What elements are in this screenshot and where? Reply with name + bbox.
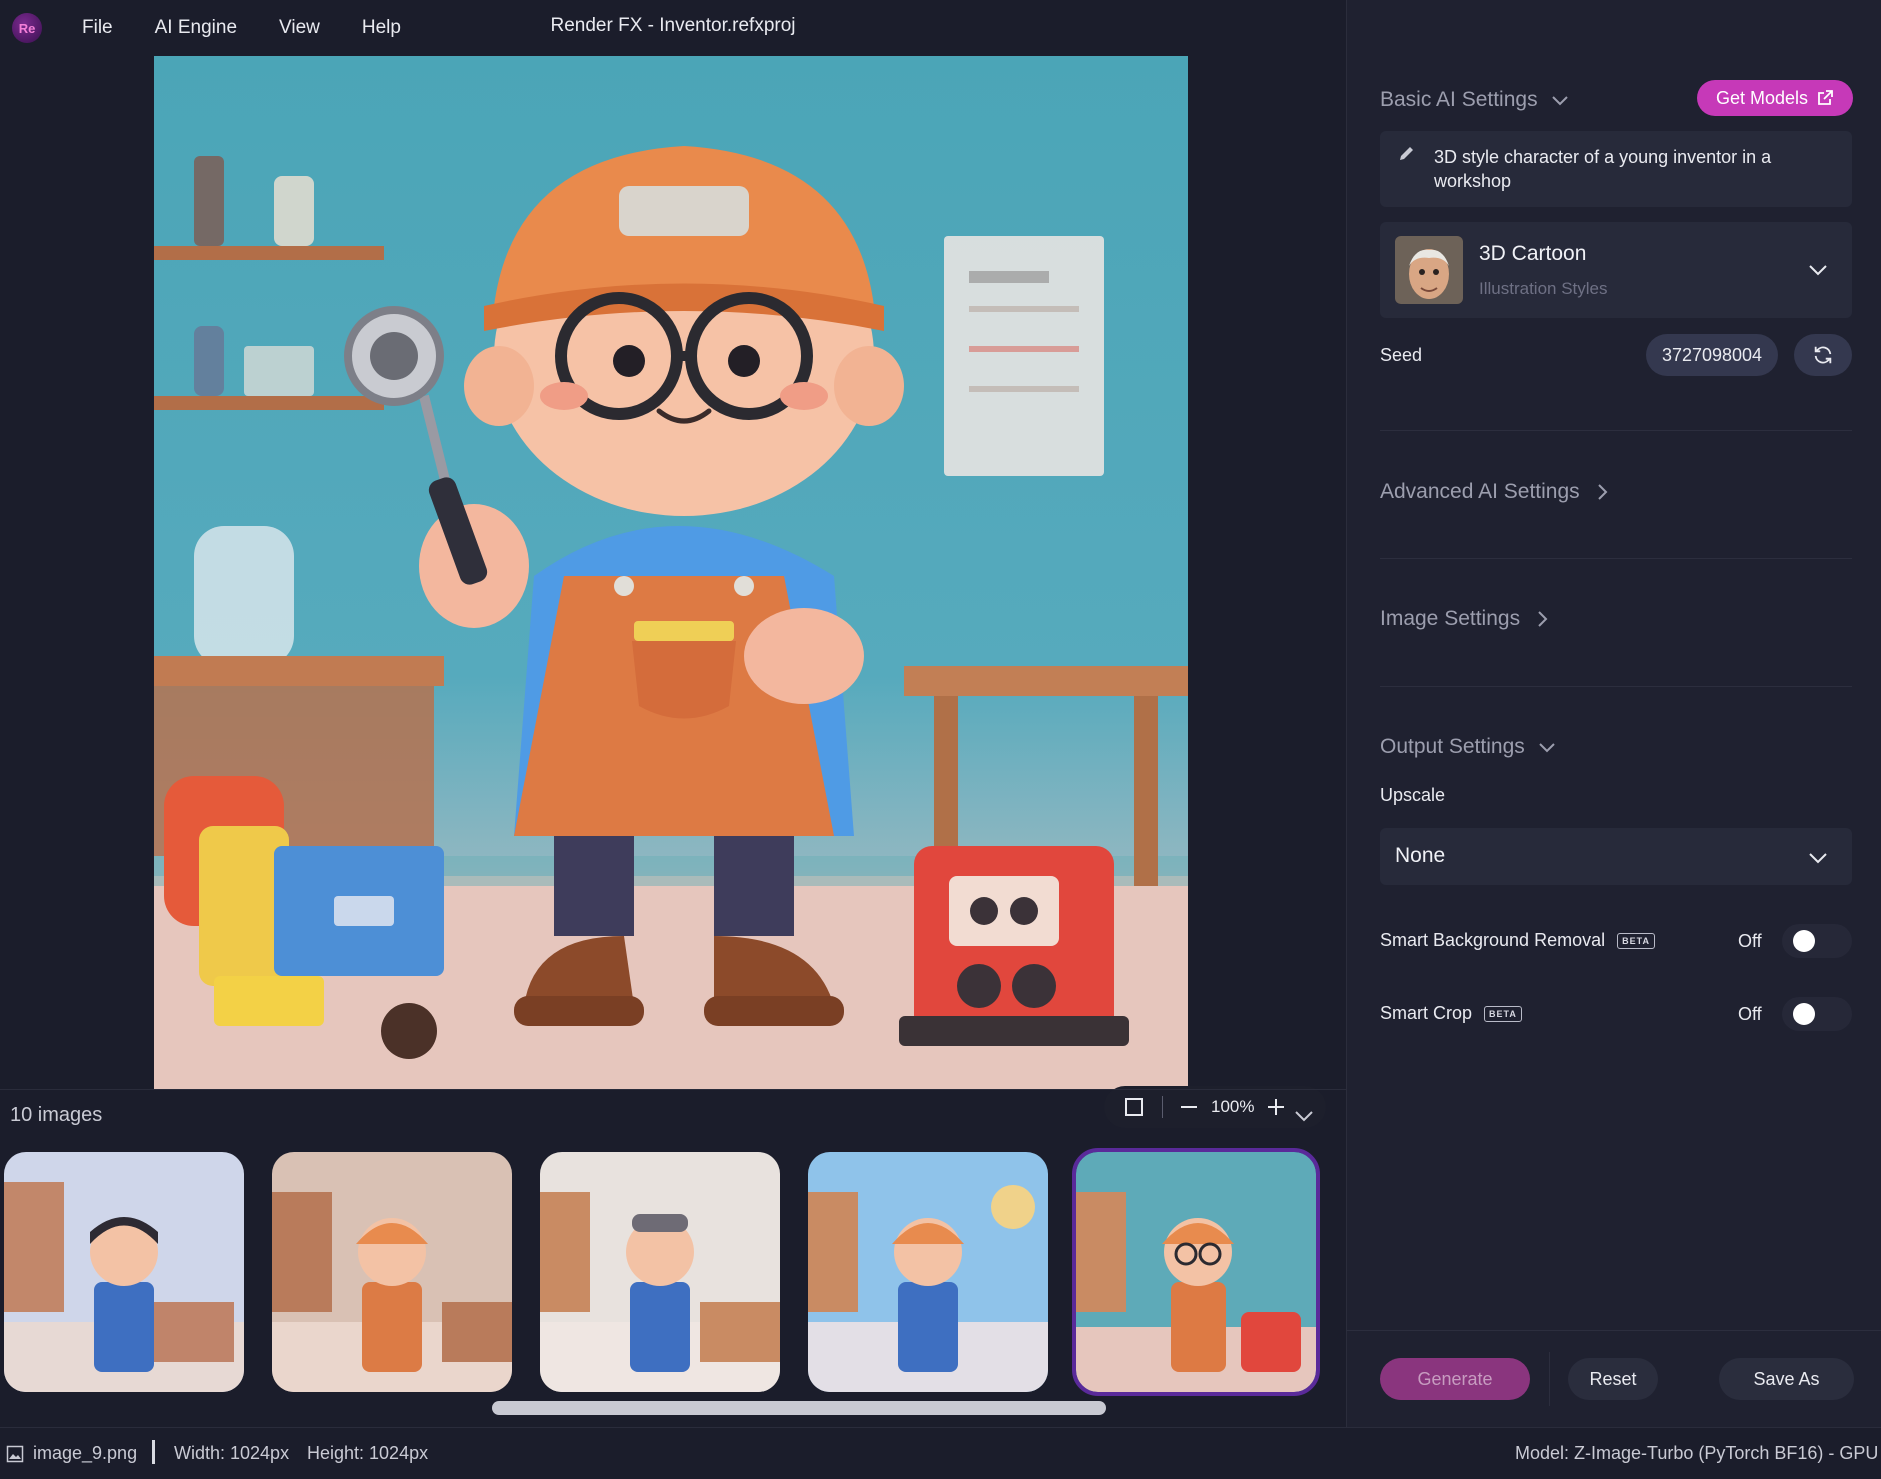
panel-footer-divider <box>1346 1330 1881 1331</box>
chevron-down-icon <box>1809 265 1827 276</box>
bg-removal-state: Off <box>1738 931 1762 951</box>
divider <box>1380 686 1852 687</box>
chevron-down-icon <box>1295 1111 1313 1122</box>
status-height: Height: 1024px <box>307 1443 429 1463</box>
chevron-right-icon <box>1538 611 1548 627</box>
gallery-header: 10 images <box>0 1089 1346 1141</box>
reset-button[interactable]: Reset <box>1568 1358 1658 1400</box>
bg-removal-label: Smart Background Removal BETA <box>1380 930 1655 951</box>
gallery-collapse-button[interactable] <box>1290 1102 1318 1130</box>
generated-image[interactable] <box>154 56 1188 1089</box>
chevron-down-icon <box>1809 853 1827 864</box>
divider <box>1380 558 1852 559</box>
smart-crop-label: Smart Crop BETA <box>1380 1003 1522 1024</box>
output-settings-header[interactable]: Output Settings <box>1380 735 1557 759</box>
style-thumbnail <box>1395 236 1463 304</box>
section-title: Advanced AI Settings <box>1380 480 1580 503</box>
beta-badge: BETA <box>1617 932 1655 949</box>
upscale-value: None <box>1395 844 1446 867</box>
status-bar: image_9.png Width: 1024px Height: 1024px… <box>0 1427 1881 1479</box>
seed-label: Seed <box>1380 345 1423 365</box>
gallery-thumbnail[interactable] <box>808 1152 1048 1392</box>
external-link-icon <box>1818 90 1833 105</box>
gallery-thumbnail[interactable] <box>272 1152 512 1392</box>
section-title: Output Settings <box>1380 735 1525 758</box>
smart-crop-toggle[interactable] <box>1782 997 1852 1031</box>
button-separator <box>1549 1352 1550 1406</box>
seed-input[interactable]: 3727098004 <box>1646 334 1778 376</box>
status-filename: image_9.png <box>33 1443 138 1463</box>
image-file-icon <box>6 1445 24 1463</box>
gallery-thumbnail-selected[interactable] <box>1072 1148 1320 1396</box>
smart-crop-text: Smart Crop <box>1380 1003 1473 1023</box>
get-models-button[interactable]: Get Models <box>1697 80 1853 116</box>
prompt-text: 3D style character of a young inventor i… <box>1434 147 1772 191</box>
gallery-scrollbar[interactable] <box>492 1401 1106 1415</box>
thumbnail-image <box>272 1152 512 1392</box>
settings-panel <box>1346 0 1881 1427</box>
advanced-ai-settings-header[interactable]: Advanced AI Settings <box>1380 480 1612 504</box>
bg-removal-toggle[interactable] <box>1782 924 1852 958</box>
chevron-down-icon <box>1539 743 1555 753</box>
toggle-knob <box>1793 930 1815 952</box>
section-title: Image Settings <box>1380 607 1521 630</box>
pencil-icon <box>1400 147 1413 160</box>
style-selector[interactable]: 3D Cartoon Illustration Styles <box>1380 222 1852 318</box>
chevron-down-icon <box>1551 96 1568 106</box>
save-as-button[interactable]: Save As <box>1719 1358 1854 1400</box>
status-separator <box>152 1440 155 1464</box>
gallery-thumbnail[interactable] <box>4 1152 244 1392</box>
image-settings-header[interactable]: Image Settings <box>1380 607 1552 631</box>
bg-removal-row: Smart Background Removal BETA Off <box>1380 921 1852 961</box>
basic-ai-settings-header[interactable]: Basic AI Settings <box>1380 88 1570 112</box>
toggle-knob <box>1793 1003 1815 1025</box>
divider <box>1380 430 1852 431</box>
upscale-label: Upscale <box>1380 785 1446 805</box>
upscale-select[interactable]: None <box>1380 828 1852 885</box>
window-title: Render FX - Inventor.refxproj <box>550 15 796 36</box>
smart-crop-state: Off <box>1738 1004 1762 1024</box>
beta-badge: BETA <box>1484 1005 1522 1022</box>
thumbnail-image <box>540 1152 780 1392</box>
thumbnail-image <box>1076 1152 1316 1392</box>
generate-button[interactable]: Generate <box>1380 1358 1530 1400</box>
status-width: Width: 1024px <box>174 1443 290 1463</box>
get-models-label: Get Models <box>1715 87 1809 108</box>
section-title: Basic AI Settings <box>1380 88 1538 111</box>
style-category: Illustration Styles <box>1479 279 1608 298</box>
style-name: 3D Cartoon <box>1479 242 1587 265</box>
gallery-count: 10 images <box>10 1104 103 1126</box>
inventor-illustration <box>154 146 1188 1089</box>
status-model: Model: Z-Image-Turbo (PyTorch BF16) - GP… <box>1515 1443 1879 1463</box>
bg-removal-text: Smart Background Removal <box>1380 930 1606 950</box>
smart-crop-row: Smart Crop BETA Off <box>1380 994 1852 1034</box>
gallery-thumbnail[interactable] <box>540 1152 780 1392</box>
refresh-icon <box>1814 346 1832 364</box>
thumbnail-image <box>4 1152 244 1392</box>
seed-randomize-button[interactable] <box>1794 334 1852 376</box>
prompt-field[interactable]: 3D style character of a young inventor i… <box>1380 131 1852 207</box>
thumbnail-image <box>808 1152 1048 1392</box>
old-man-portrait <box>1395 236 1463 304</box>
canvas-area: 100% <box>0 56 1346 1128</box>
chevron-right-icon <box>1597 484 1608 500</box>
